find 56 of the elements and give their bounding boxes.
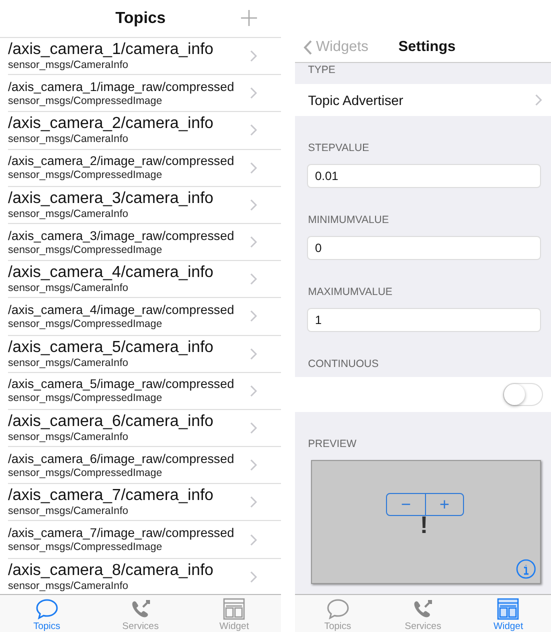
topic-row[interactable]: /axis_camera_4/image_raw/compressed sensor_msgs/CompressedImage <box>8 298 281 336</box>
chevron-icon <box>250 534 257 546</box>
topic-row[interactable]: /axis_camera_3/camera_info sensor_msgs/CameraInfo <box>8 186 281 224</box>
input-field[interactable]: 0 <box>307 236 541 260</box>
section-label: PREVIEW <box>307 437 358 451</box>
chevron-icon <box>250 571 257 584</box>
input-field[interactable]: 0.01 <box>307 164 541 188</box>
speech-bubble-icon <box>34 598 59 620</box>
topic-row[interactable]: /axis_camera_7/camera_info sensor_msgs/CameraInfo <box>8 484 281 522</box>
input-field[interactable]: 1 <box>307 308 541 332</box>
chevron-icon <box>250 496 257 508</box>
chevron-icon <box>250 162 257 174</box>
value-indicator: ! <box>420 513 428 539</box>
chevron-icon <box>250 273 257 286</box>
topic-row[interactable]: /axis_camera_4/camera_info sensor_msgs/CameraInfo <box>8 261 281 298</box>
add-icon[interactable] <box>241 10 257 26</box>
chevron-icon <box>250 384 257 397</box>
section-label: STEPVALUE <box>307 141 370 155</box>
chevron-icon <box>250 459 257 472</box>
topic-row[interactable]: /axis_camera_8/camera_info sensor_msgs/CameraInfo <box>8 558 281 594</box>
chevron-icon <box>250 198 257 211</box>
back-chevron-icon <box>303 40 312 54</box>
topic-row[interactable]: /axis_camera_1/image_raw/compressed sensor_msgs/CompressedImage <box>8 75 281 112</box>
chevron-icon <box>250 422 257 434</box>
toggle-switch[interactable] <box>503 383 543 406</box>
chevron-icon <box>250 87 257 100</box>
topic-row[interactable]: /axis_camera_2/image_raw/compressed sensor_msgs/CompressedImage <box>8 150 281 187</box>
type-row[interactable]: Topic Advertiser <box>295 84 551 116</box>
phone-tools-icon <box>412 598 434 620</box>
tab[interactable]: Widget <box>466 595 551 632</box>
chevron-icon <box>250 310 257 322</box>
chevron-icon <box>250 124 257 136</box>
chevron-icon <box>250 348 257 360</box>
topic-row[interactable]: /axis_camera_6/camera_info sensor_msgs/CameraInfo <box>8 410 281 448</box>
layout-icon <box>222 598 246 620</box>
topic-row[interactable]: /axis_camera_7/image_raw/compressed sensor_msgs/CompressedImage <box>8 521 281 559</box>
speech-bubble-icon <box>326 598 350 620</box>
chevron-icon <box>250 50 257 62</box>
chevron-icon <box>250 236 257 248</box>
layout-icon <box>496 598 520 620</box>
screen-title: Topics <box>115 10 166 28</box>
info-icon[interactable] <box>516 559 536 579</box>
topic-row[interactable]: /axis_camera_6/image_raw/compressed sensor_msgs/CompressedImage <box>8 447 281 484</box>
screen-title: Settings <box>398 39 456 55</box>
section-label: CONTINUOUS <box>307 357 380 371</box>
section-label: MINIMUMVALUE <box>307 213 390 227</box>
topic-row[interactable]: /axis_camera_2/camera_info sensor_msgs/CameraInfo <box>8 112 281 150</box>
section-label: TYPE <box>307 63 336 77</box>
chevron-icon <box>535 94 542 106</box>
topic-row[interactable]: /axis_camera_1/camera_info sensor_msgs/CameraInfo <box>8 38 281 76</box>
topic-row[interactable]: /axis_camera_3/image_raw/compressed sensor_msgs/CompressedImage <box>8 224 281 262</box>
phone-tools-icon <box>130 598 152 620</box>
topic-row[interactable]: /axis_camera_5/image_raw/compressed sensor_msgs/CompressedImage <box>8 372 281 410</box>
tab[interactable]: Topics <box>0 595 94 632</box>
topic-row[interactable]: /axis_camera_5/camera_info sensor_msgs/CameraInfo <box>8 336 281 373</box>
section-label: MAXIMUMVALUE <box>307 285 394 299</box>
